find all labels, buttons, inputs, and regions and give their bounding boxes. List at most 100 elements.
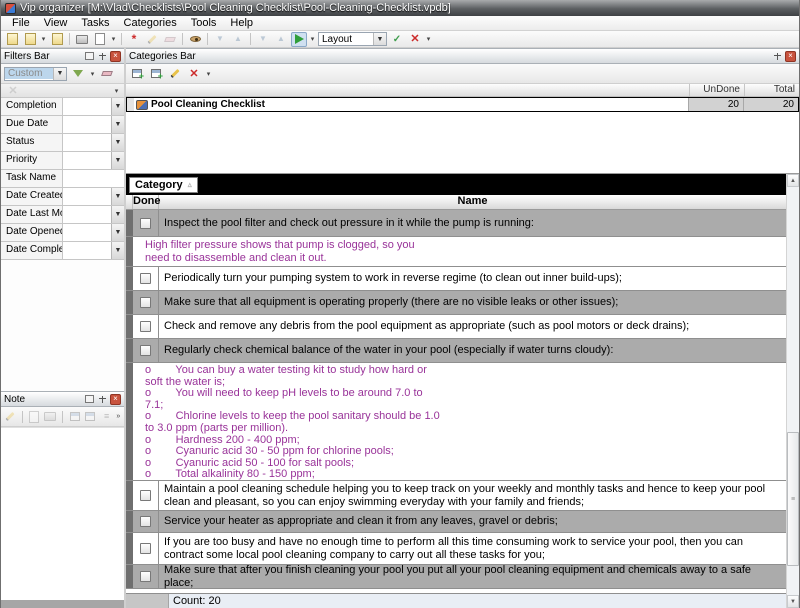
layout-combobox[interactable]: Layout ▼ — [318, 32, 387, 46]
note-pin-button[interactable] — [97, 394, 108, 405]
menu-view[interactable]: View — [37, 17, 75, 29]
filter-value-field[interactable] — [63, 170, 124, 187]
menu-file[interactable]: File — [5, 17, 37, 29]
categories-close-button[interactable]: × — [785, 51, 796, 62]
task-row[interactable]: Make sure that after you finish cleaning… — [126, 565, 786, 589]
total-column-header[interactable]: Total — [744, 84, 799, 96]
edit-category-button[interactable] — [167, 66, 183, 81]
print-button[interactable] — [74, 32, 90, 47]
task-row[interactable]: Service your heater as appropriate and c… — [126, 511, 786, 533]
scroll-up-button[interactable]: ▲ — [787, 174, 799, 187]
task-checkbox[interactable] — [140, 543, 151, 554]
category-name-column-header[interactable] — [126, 84, 689, 96]
apply-filter-button[interactable] — [70, 66, 86, 81]
delete-task-button[interactable] — [162, 32, 178, 47]
task-row[interactable]: Periodically turn your pumping system to… — [126, 267, 786, 291]
insert-image-button[interactable] — [68, 409, 81, 424]
filter-dropdown-button[interactable]: ▼ — [111, 134, 124, 151]
new-database-button[interactable] — [4, 32, 20, 47]
delete-category-button[interactable]: ✕ — [186, 66, 202, 81]
task-checkbox[interactable] — [140, 297, 151, 308]
filter-value-field[interactable] — [63, 152, 111, 169]
filter-row-status[interactable]: Status ▼ — [1, 134, 124, 152]
new-category-button[interactable] — [129, 66, 145, 81]
note-row[interactable]: High filter pressure shows that pump is … — [126, 237, 786, 267]
apply-filter-dropdown-arrow[interactable]: ▾ — [89, 70, 96, 78]
note-close-button[interactable]: × — [110, 394, 121, 405]
filter-row-date-completed[interactable]: Date Completed ▼ — [1, 242, 124, 260]
group-by-category-button[interactable]: Category ▵ — [129, 177, 198, 193]
filter-value-field[interactable] — [63, 188, 111, 205]
task-row[interactable]: If you are too busy and have no enough t… — [126, 533, 786, 565]
filter-row-due-date[interactable]: Due Date ▼ — [1, 116, 124, 134]
filter-preset-arrow[interactable]: ▼ — [53, 68, 66, 80]
filters-overflow-arrow[interactable]: ▾ — [113, 87, 120, 95]
filter-preset-combobox[interactable]: Custom ▼ — [4, 67, 67, 81]
save-database-button[interactable] — [49, 32, 65, 47]
note-overflow-arrow[interactable]: » — [116, 413, 121, 420]
filters-pin-button[interactable] — [97, 51, 108, 62]
apply-layout-button[interactable]: ✓ — [389, 32, 405, 47]
filter-value-field[interactable] — [63, 224, 111, 241]
task-row[interactable]: Check and remove any debris from the poo… — [126, 315, 786, 339]
view-task-button[interactable] — [187, 32, 203, 47]
task-checkbox[interactable] — [140, 490, 151, 501]
scroll-down-button[interactable]: ▼ — [787, 595, 799, 608]
filter-row-priority[interactable]: Priority ▼ — [1, 152, 124, 170]
attach-file-button[interactable] — [28, 409, 41, 424]
filter-dropdown-button[interactable]: ▼ — [111, 116, 124, 133]
filter-value-field[interactable] — [63, 116, 111, 133]
filter-value-field[interactable] — [63, 134, 111, 151]
menu-tasks[interactable]: Tasks — [74, 17, 116, 29]
filters-float-button[interactable] — [84, 51, 95, 62]
insert-table-button[interactable] — [84, 409, 97, 424]
task-checkbox[interactable] — [140, 345, 151, 356]
undone-column-header[interactable]: UnDone — [689, 84, 744, 96]
filter-dropdown-button[interactable]: ▼ — [111, 224, 124, 241]
layout-combobox-arrow[interactable]: ▼ — [373, 33, 386, 45]
bullet-list-button[interactable]: ≡ — [100, 409, 113, 424]
categories-pin-button[interactable] — [772, 51, 783, 62]
menu-tools[interactable]: Tools — [184, 17, 224, 29]
filter-dropdown-button[interactable]: ▼ — [111, 98, 124, 115]
filter-dropdown-button[interactable]: ▼ — [111, 242, 124, 259]
scrollbar-track[interactable]: ≡ — [787, 187, 799, 595]
open-dropdown-arrow[interactable]: ▾ — [40, 35, 47, 43]
print-preview-button[interactable] — [92, 32, 108, 47]
note-float-button[interactable] — [84, 394, 95, 405]
edit-note-button[interactable] — [4, 409, 17, 424]
task-checkbox[interactable] — [140, 516, 151, 527]
scrollbar-thumb[interactable]: ≡ — [787, 432, 799, 567]
new-task-button[interactable]: * — [126, 32, 142, 47]
task-row[interactable]: Regularly check chemical balance of the … — [126, 339, 786, 363]
menu-categories[interactable]: Categories — [117, 17, 184, 29]
layout-toggle-dropdown-arrow[interactable]: ▾ — [309, 35, 316, 43]
print-overflow-arrow[interactable]: ▾ — [110, 35, 117, 43]
edit-task-button[interactable] — [144, 32, 160, 47]
filter-value-field[interactable] — [63, 242, 111, 259]
note-row[interactable]: o You can buy a water testing kit to stu… — [126, 363, 786, 481]
category-expander[interactable] — [127, 98, 134, 111]
print-note-button[interactable] — [43, 409, 57, 424]
menu-help[interactable]: Help — [223, 17, 260, 29]
task-checkbox[interactable] — [140, 273, 151, 284]
move-up-button[interactable]: ▲ — [230, 32, 246, 47]
filters-close-button[interactable]: × — [110, 51, 121, 62]
filter-dropdown-button[interactable]: ▼ — [111, 206, 124, 223]
layout-overflow-arrow[interactable]: ▾ — [425, 35, 432, 43]
task-row[interactable]: Inspect the pool filter and check out pr… — [126, 210, 786, 237]
layout-toggle-button[interactable] — [291, 32, 307, 47]
name-column-header[interactable]: Name — [159, 195, 786, 209]
filter-value-field[interactable] — [63, 206, 111, 223]
filter-row-date-opened[interactable]: Date Opened ▼ — [1, 224, 124, 242]
collapse-all-button[interactable]: ▲ — [273, 32, 289, 47]
task-checkbox[interactable] — [140, 321, 151, 332]
delete-layout-button[interactable]: ✕ — [407, 32, 423, 47]
task-row[interactable]: Maintain a pool cleaning schedule helpin… — [126, 481, 786, 511]
filter-row-date-created[interactable]: Date Created ▼ — [1, 188, 124, 206]
done-column-header[interactable]: Done — [133, 195, 159, 209]
new-subcategory-button[interactable] — [148, 66, 164, 81]
note-content-area[interactable] — [1, 427, 124, 600]
open-database-button[interactable] — [22, 32, 38, 47]
clear-filter-button[interactable] — [99, 66, 115, 81]
